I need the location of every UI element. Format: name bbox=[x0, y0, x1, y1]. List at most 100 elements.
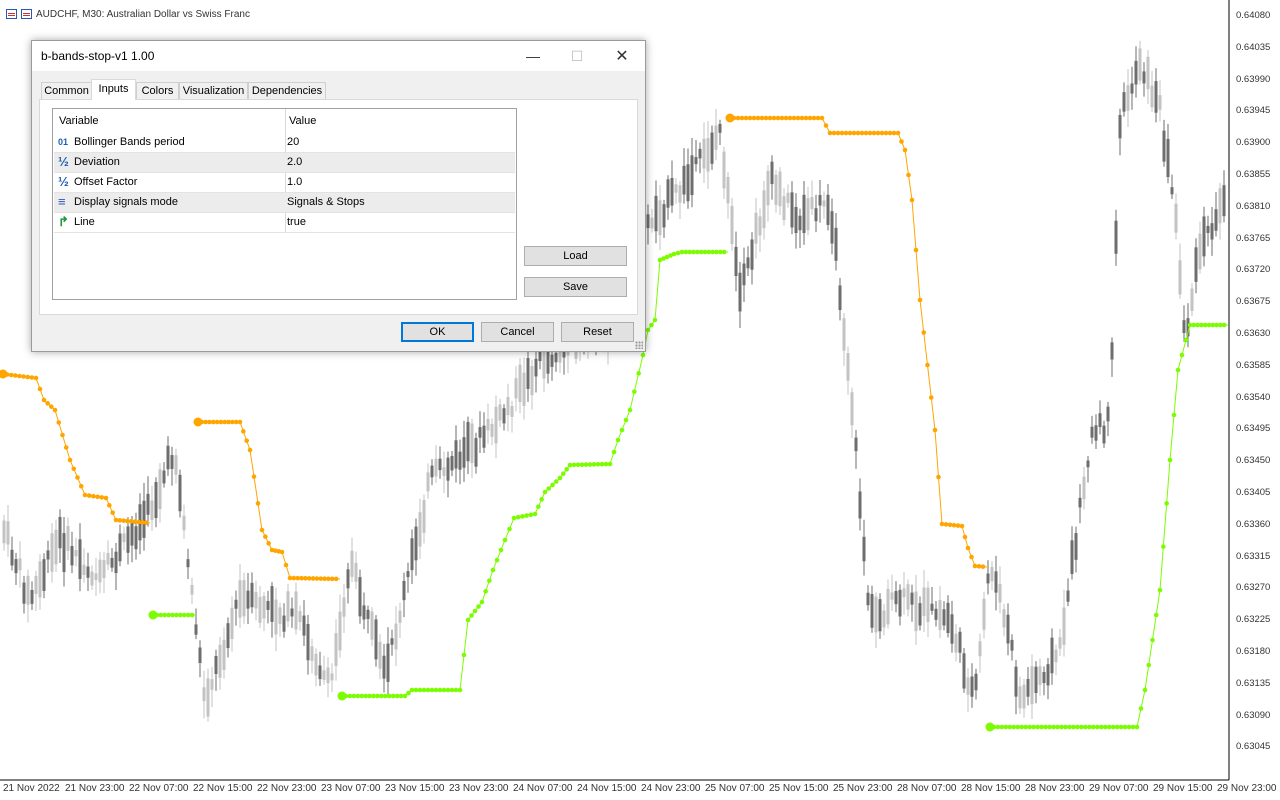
candle-body bbox=[830, 211, 834, 244]
stop-dot bbox=[1094, 724, 1100, 730]
close-icon[interactable]: ✕ bbox=[599, 41, 645, 71]
stop-dot bbox=[599, 461, 605, 467]
price-tick-label: 0.63990 bbox=[1236, 73, 1271, 85]
load-button[interactable]: Load bbox=[524, 246, 627, 266]
candle-body bbox=[186, 559, 190, 568]
minimize-icon[interactable]: — bbox=[510, 41, 556, 71]
stop-dot bbox=[476, 604, 481, 609]
stop-dot bbox=[855, 130, 861, 136]
column-header-variable[interactable]: Variable bbox=[59, 115, 99, 127]
candle-body bbox=[366, 609, 370, 619]
time-tick-label: 24 Nov 07:00 bbox=[513, 783, 573, 794]
candle-body bbox=[670, 177, 674, 206]
candle-body bbox=[1150, 85, 1154, 108]
chart-menu-icon[interactable] bbox=[21, 9, 32, 19]
enum-icon: ≡ bbox=[58, 194, 66, 209]
candle-body bbox=[898, 589, 902, 617]
integer-icon: 01 bbox=[58, 137, 69, 147]
variable-name: Offset Factor bbox=[74, 176, 138, 188]
column-header-value[interactable]: Value bbox=[289, 115, 316, 127]
table-row[interactable]: ½ Deviation 2.0 bbox=[54, 153, 515, 173]
stop-dot bbox=[71, 466, 77, 472]
candle-body bbox=[1202, 216, 1206, 257]
stop-dot bbox=[1023, 724, 1029, 730]
tab-inputs[interactable]: Inputs bbox=[91, 79, 136, 100]
candle-body bbox=[482, 425, 486, 448]
candle-body bbox=[434, 458, 438, 477]
candle-body bbox=[362, 605, 366, 620]
price-tick-label: 0.63495 bbox=[1236, 423, 1271, 435]
cancel-button[interactable]: Cancel bbox=[481, 322, 554, 342]
stop-dot bbox=[883, 130, 889, 136]
stop-dot bbox=[255, 501, 261, 506]
variable-value[interactable]: true bbox=[287, 216, 306, 228]
maximize-icon: ☐ bbox=[570, 47, 584, 64]
stop-dot bbox=[363, 693, 368, 699]
double-icon: ½ bbox=[58, 154, 69, 169]
ok-button[interactable]: OK bbox=[401, 322, 474, 342]
stop-dot bbox=[887, 130, 893, 136]
candle-body bbox=[1022, 684, 1026, 709]
variable-value[interactable]: 1.0 bbox=[287, 176, 302, 188]
candle-body bbox=[662, 204, 666, 228]
stop-dot bbox=[899, 139, 904, 144]
stop-dot bbox=[546, 486, 552, 491]
stop-dot bbox=[1075, 724, 1080, 730]
stop-dot bbox=[1087, 724, 1092, 730]
stop-dot bbox=[507, 526, 512, 532]
candle-body bbox=[502, 408, 506, 424]
candle-body bbox=[986, 573, 990, 584]
candle-body bbox=[1102, 425, 1106, 444]
candle-body bbox=[78, 539, 82, 579]
resize-grip-icon[interactable] bbox=[635, 341, 643, 349]
chart-menu-icon[interactable] bbox=[6, 9, 17, 19]
stop-dot bbox=[367, 693, 372, 699]
stop-dot bbox=[78, 483, 84, 489]
stop-dot bbox=[1047, 724, 1052, 730]
tab-dependencies[interactable]: Dependencies bbox=[248, 82, 326, 99]
variable-value[interactable]: Signals & Stops bbox=[287, 196, 365, 208]
variable-name: Bollinger Bands period bbox=[74, 136, 185, 148]
stop-dot bbox=[611, 449, 617, 455]
variable-value[interactable]: 20 bbox=[287, 136, 299, 148]
stop-dot bbox=[591, 462, 597, 467]
tab-colors[interactable]: Colors bbox=[136, 82, 179, 99]
candle-body bbox=[1154, 81, 1158, 113]
variable-value[interactable]: 2.0 bbox=[287, 156, 302, 168]
variable-name: Display signals mode bbox=[74, 196, 178, 208]
price-tick-label: 0.63585 bbox=[1236, 359, 1271, 371]
signal-dot bbox=[337, 691, 347, 701]
candle-body bbox=[458, 451, 462, 470]
stop-dot bbox=[803, 115, 809, 121]
stop-dot bbox=[445, 687, 451, 693]
candle-body bbox=[690, 155, 694, 196]
table-row[interactable]: ↱ Line true bbox=[54, 213, 515, 233]
stop-dot bbox=[615, 437, 621, 443]
stop-dot bbox=[835, 130, 841, 136]
table-row[interactable]: 01 Bollinger Bands period 20 bbox=[54, 133, 515, 153]
stop-dot bbox=[1007, 724, 1013, 730]
stop-dot bbox=[17, 373, 22, 379]
save-button[interactable]: Save bbox=[524, 277, 627, 297]
tab-common[interactable]: Common bbox=[41, 82, 92, 99]
stop-dot bbox=[95, 494, 100, 500]
price-tick-label: 0.63135 bbox=[1236, 677, 1271, 689]
stop-dot bbox=[490, 567, 496, 573]
candle-body bbox=[954, 633, 958, 653]
symbol-title: AUDCHF, M30: Australian Dollar vs Swiss … bbox=[36, 8, 250, 20]
stop-dot bbox=[1003, 724, 1009, 730]
candle-body bbox=[422, 500, 426, 533]
time-tick-label: 25 Nov 15:00 bbox=[769, 783, 829, 794]
price-tick-label: 0.63045 bbox=[1236, 741, 1271, 753]
reset-button[interactable]: Reset bbox=[561, 322, 634, 342]
table-row[interactable]: ½ Offset Factor 1.0 bbox=[54, 173, 515, 193]
dialog-titlebar[interactable]: b-bands-stop-v1 1.00 — ☐ ✕ bbox=[32, 41, 645, 71]
stop-dot bbox=[939, 521, 945, 527]
time-tick-label: 25 Nov 23:00 bbox=[833, 783, 893, 794]
variable-name: Deviation bbox=[74, 156, 120, 168]
table-row[interactable]: ≡ Display signals mode Signals & Stops bbox=[54, 193, 515, 213]
tab-visualization[interactable]: Visualization bbox=[179, 82, 248, 99]
stop-dot bbox=[441, 687, 447, 693]
stop-dot bbox=[402, 693, 408, 699]
stop-dot bbox=[1071, 724, 1076, 730]
